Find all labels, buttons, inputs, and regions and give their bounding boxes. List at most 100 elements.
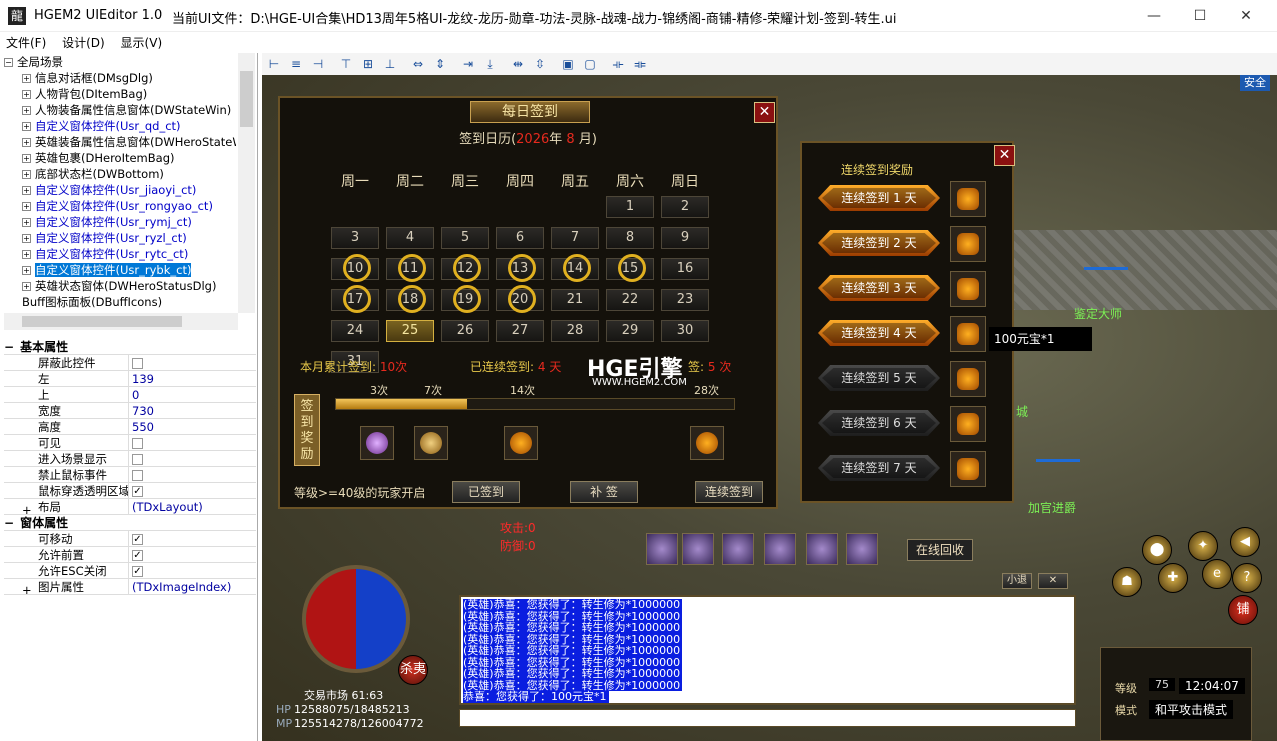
tree-row[interactable]: + 自定义窗体控件(Usr_jiaoyi_ct) xyxy=(4,182,236,198)
property-row[interactable]: + 图片属性 (TDxImageIndex) xyxy=(4,579,256,597)
calendar-day[interactable]: 28 xyxy=(551,320,599,342)
checkbox[interactable]: ✓ xyxy=(132,550,143,561)
dialog-close-icon[interactable]: ✕ xyxy=(754,102,775,123)
property-row[interactable]: 允许前置 ✓ xyxy=(4,547,256,563)
pk-mode-value[interactable]: 和平攻击模式 xyxy=(1149,700,1234,719)
tree-horizontal-scrollbar[interactable] xyxy=(4,313,238,330)
property-row[interactable]: 宽度 730 xyxy=(4,403,256,419)
calendar-day[interactable]: 23 xyxy=(661,289,709,311)
calendar-day[interactable]: 4 xyxy=(386,227,434,249)
minimize-button[interactable]: — xyxy=(1131,0,1177,32)
skill-slot[interactable] xyxy=(846,533,878,565)
calendar-day[interactable]: 20 xyxy=(496,285,544,313)
tree-row[interactable]: + 自定义窗体控件(Usr_qd_ct) xyxy=(4,118,236,134)
calendar-day[interactable]: 15 xyxy=(606,254,654,282)
calendar-day[interactable]: 29 xyxy=(606,320,654,342)
tree-row[interactable]: + 自定义窗体控件(Usr_rongyao_ct) xyxy=(4,198,236,214)
skill-slot[interactable] xyxy=(722,533,754,565)
property-value[interactable]: ✓ xyxy=(128,563,256,579)
tree-row[interactable]: + 自定义窗体控件(Usr_rytc_ct) xyxy=(4,246,236,262)
tree-row[interactable]: + 英雄状态窗体(DWHeroStatusDlg) xyxy=(4,278,236,294)
calendar-day[interactable]: 21 xyxy=(551,289,599,311)
reward-item-slot[interactable] xyxy=(950,361,986,397)
skill-slot[interactable] xyxy=(764,533,796,565)
calendar-day[interactable]: 24 xyxy=(331,320,379,342)
property-row[interactable]: 可见 xyxy=(4,435,256,451)
property-value[interactable] xyxy=(128,467,256,483)
checkbox[interactable] xyxy=(132,438,143,449)
scroll-thumb[interactable] xyxy=(22,316,182,327)
align-bottom-icon[interactable]: ⊥ xyxy=(382,56,398,72)
property-row[interactable]: 可移动 ✓ xyxy=(4,531,256,547)
npc-label[interactable]: 城 xyxy=(1016,403,1028,420)
expand-toggle-icon[interactable]: − xyxy=(4,58,13,67)
tree-row[interactable]: + 英雄装备属性信息窗体(DWHeroStateW xyxy=(4,134,236,150)
distribute-v-icon[interactable]: ⇳ xyxy=(532,56,548,72)
calendar-day[interactable]: 11 xyxy=(386,254,434,282)
property-group[interactable]: − 基本属性 xyxy=(4,339,256,355)
calendar-day[interactable]: 5 xyxy=(441,227,489,249)
reward-item-slot[interactable] xyxy=(950,181,986,217)
scroll-thumb[interactable] xyxy=(240,71,253,127)
calendar-day[interactable]: 6 xyxy=(496,227,544,249)
calendar-day[interactable]: 25 xyxy=(386,320,434,342)
property-grid[interactable]: − 基本属性 屏蔽此控件左 139 上 0 宽度 730 高度 550 可见 进入场景显示 禁止鼠标事件… xyxy=(4,339,256,597)
close-button[interactable]: ✕ xyxy=(1223,0,1269,32)
property-row[interactable]: 上0 xyxy=(4,387,256,403)
align-top-icon[interactable]: ⊤ xyxy=(338,56,354,72)
property-value[interactable] xyxy=(128,435,256,451)
calendar-day[interactable]: 1 xyxy=(606,196,654,218)
maximize-button[interactable]: ☐ xyxy=(1177,0,1223,32)
online-recycle-button[interactable]: 在线回收 xyxy=(907,539,973,561)
tree-row[interactable]: + 底部状态栏(DWBottom) xyxy=(4,166,236,182)
chat-close-button[interactable]: ✕ xyxy=(1038,573,1068,589)
reward-item-slot[interactable] xyxy=(950,316,986,352)
reward-day-button[interactable]: 连续签到 7 天 xyxy=(818,455,940,481)
reward-day-button[interactable]: 连续签到 4 天 xyxy=(818,320,940,346)
reward-day-button[interactable]: 连续签到 5 天 xyxy=(818,365,940,391)
calendar-day[interactable]: 30 xyxy=(661,320,709,342)
reward-item-slot[interactable] xyxy=(950,451,986,487)
calendar-day[interactable]: 8 xyxy=(606,227,654,249)
same-height-icon[interactable]: ⇕ xyxy=(432,56,448,72)
reward-day-button[interactable]: 连续签到 1 天 xyxy=(818,185,940,211)
reward-day-button[interactable]: 连续签到 2 天 xyxy=(818,230,940,256)
property-value[interactable] xyxy=(128,355,256,371)
property-value[interactable]: 0 xyxy=(128,387,256,403)
expand-toggle-icon[interactable]: + xyxy=(22,122,31,131)
npc-promotion[interactable]: 加官进爵 xyxy=(1028,499,1076,516)
property-row[interactable]: 鼠标穿透透明区域 ✓ xyxy=(4,483,256,499)
reward-box-3[interactable] xyxy=(360,426,394,460)
email-round-icon[interactable]: e xyxy=(1202,559,1232,589)
tree-row[interactable]: Buff图标面板(DBuffIcons) xyxy=(4,294,236,310)
property-row[interactable]: 允许ESC关闭 ✓ xyxy=(4,563,256,579)
calendar-day[interactable]: 14 xyxy=(551,254,599,282)
property-row[interactable]: 禁止鼠标事件 xyxy=(4,467,256,483)
npc-appraiser[interactable]: 鉴定大师 xyxy=(1074,305,1122,322)
tree-row[interactable]: + 信息对话框(DMsgDlg) xyxy=(4,70,236,86)
calendar-day[interactable]: 16 xyxy=(661,258,709,280)
reward-day-button[interactable]: 连续签到 3 天 xyxy=(818,275,940,301)
menu-file[interactable]: 文件(F) xyxy=(0,32,52,51)
checkbox[interactable] xyxy=(132,358,143,369)
calendar-day[interactable]: 2 xyxy=(661,196,709,218)
property-value[interactable] xyxy=(128,451,256,467)
space-horiz-icon[interactable]: ⇥ xyxy=(460,56,476,72)
collapse-toggle-icon[interactable]: − xyxy=(4,340,14,354)
expand-toggle-icon[interactable]: + xyxy=(22,502,32,518)
tree-row[interactable]: + 人物背包(DItemBag) xyxy=(4,86,236,102)
center-v-icon[interactable]: ⟚ xyxy=(632,56,648,72)
bring-front-icon[interactable]: ▣ xyxy=(560,56,576,72)
tree-row[interactable]: + 自定义窗体控件(Usr_rybk_ct) xyxy=(4,262,236,278)
small-exit-button[interactable]: 小退 xyxy=(1002,573,1032,589)
checkbox[interactable] xyxy=(132,454,143,465)
collapse-toggle-icon[interactable]: − xyxy=(4,516,14,530)
expand-toggle-icon[interactable]: + xyxy=(22,234,31,243)
calendar-day[interactable]: 26 xyxy=(441,320,489,342)
send-back-icon[interactable]: ▢ xyxy=(582,56,598,72)
tree-row[interactable]: + 人物装备属性信息窗体(DWStateWin) xyxy=(4,102,236,118)
reward-day-button[interactable]: 连续签到 6 天 xyxy=(818,410,940,436)
expand-toggle-icon[interactable]: + xyxy=(22,170,31,179)
skill-slot[interactable] xyxy=(646,533,678,565)
property-group[interactable]: − 窗体属性 xyxy=(4,515,256,531)
